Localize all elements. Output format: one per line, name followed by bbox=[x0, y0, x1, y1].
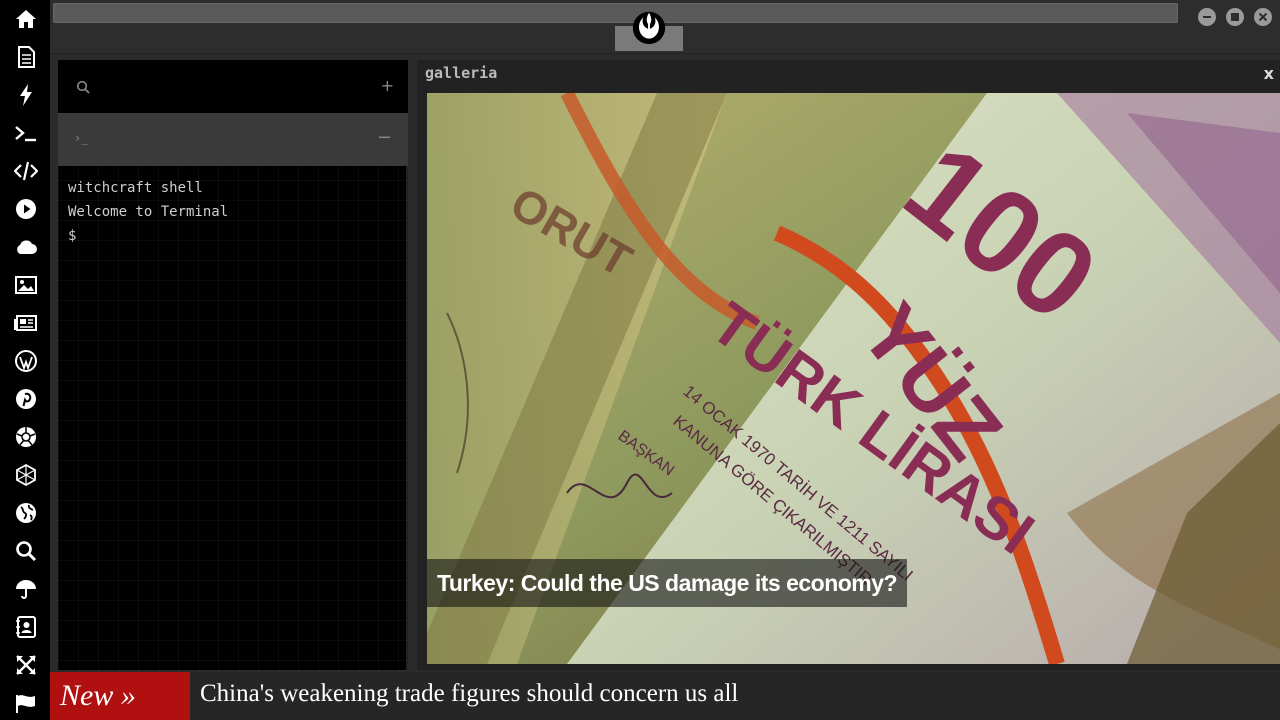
terminal-line: Welcome to Terminal bbox=[68, 204, 229, 220]
globe-wire-icon[interactable] bbox=[10, 459, 42, 491]
collapse-terminal-button[interactable]: − bbox=[377, 127, 392, 148]
terminal-search-bar[interactable]: + bbox=[58, 60, 408, 113]
gallery-close-button[interactable]: x bbox=[1264, 64, 1274, 83]
expand-icon[interactable] bbox=[10, 649, 42, 681]
aperture-icon[interactable] bbox=[10, 421, 42, 453]
new-terminal-button[interactable]: + bbox=[381, 76, 394, 95]
minimize-button[interactable] bbox=[1198, 8, 1216, 26]
close-window-button[interactable] bbox=[1254, 8, 1272, 26]
play-icon[interactable] bbox=[10, 193, 42, 225]
document-icon[interactable] bbox=[10, 41, 42, 73]
maximize-button[interactable] bbox=[1226, 8, 1244, 26]
search-icon[interactable] bbox=[10, 535, 42, 567]
home-icon[interactable] bbox=[10, 3, 42, 35]
terminal-tab[interactable]: ›_ − bbox=[58, 113, 408, 166]
flag-icon[interactable] bbox=[10, 687, 42, 719]
umbrella-icon[interactable] bbox=[10, 573, 42, 605]
gallery-photo[interactable]: ORUT 100 YÜZ TÜRK LİRASI 14 OCAK 1970 TA… bbox=[427, 93, 1280, 664]
cloud-icon[interactable] bbox=[10, 231, 42, 263]
newspaper-icon[interactable] bbox=[10, 307, 42, 339]
new-badge-label: New » bbox=[60, 679, 136, 712]
rebel-alliance-icon bbox=[632, 11, 666, 45]
photo-caption: Turkey: Could the US damage its economy? bbox=[427, 559, 908, 607]
photo-caption-text: Turkey: Could the US damage its economy? bbox=[437, 569, 898, 596]
terminal-output[interactable]: witchcraft shell Welcome to Terminal $ bbox=[68, 176, 398, 248]
ticker-headline[interactable]: China's weakening trade figures should c… bbox=[200, 680, 738, 708]
gallery-header: galleria x bbox=[417, 60, 1280, 93]
terminal-prompt: $ bbox=[68, 228, 77, 244]
terminal-panel: + ›_ − witchcraft shell Welcome to Termi… bbox=[58, 60, 408, 670]
search-icon bbox=[76, 80, 90, 94]
terminal-icon[interactable] bbox=[10, 117, 42, 149]
wordpress-icon[interactable] bbox=[10, 345, 42, 377]
news-ticker: New » China's weakening trade figures sh… bbox=[50, 672, 1280, 720]
contacts-icon[interactable] bbox=[10, 611, 42, 643]
terminal-tab-prompt-icon: ›_ bbox=[74, 131, 89, 145]
gallery-title: galleria bbox=[425, 64, 498, 82]
code-icon[interactable] bbox=[10, 155, 42, 187]
new-badge: New » bbox=[50, 672, 190, 720]
pinterest-icon[interactable] bbox=[10, 383, 42, 415]
globe-icon[interactable] bbox=[10, 497, 42, 529]
top-bar bbox=[50, 0, 1280, 54]
terminal-line: witchcraft shell bbox=[68, 180, 203, 196]
center-logo-tab[interactable] bbox=[615, 0, 683, 51]
lightning-icon[interactable] bbox=[10, 79, 42, 111]
app-dock bbox=[0, 0, 50, 720]
image-icon[interactable] bbox=[10, 269, 42, 301]
gallery-panel: galleria x ORUT 100 YÜZ TÜRK LİRASI 14 O… bbox=[417, 60, 1280, 670]
